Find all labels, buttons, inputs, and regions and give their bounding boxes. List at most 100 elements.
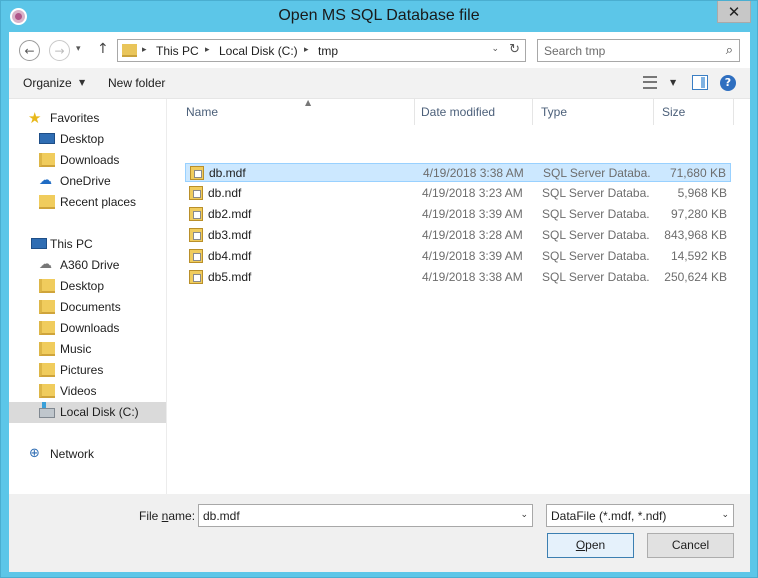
nav-label: Local Disk (C:) bbox=[60, 405, 139, 419]
new-folder-button[interactable]: New folder bbox=[108, 76, 165, 90]
file-type: SQL Server Databa... bbox=[542, 249, 650, 263]
file-type: SQL Server Databa... bbox=[542, 228, 650, 242]
chevron-down-icon[interactable]: ⌄ bbox=[520, 510, 528, 520]
breadcrumb-tmp[interactable]: tmp bbox=[318, 44, 338, 58]
refresh-icon[interactable]: ↻ bbox=[509, 42, 520, 57]
breadcrumb-local-disk[interactable]: Local Disk (C:) bbox=[219, 44, 298, 58]
nav-item-downloads-pc[interactable]: Downloads bbox=[9, 318, 166, 339]
navigation-pane[interactable]: ★ Favorites Desktop Downloads ☁ OneDrive… bbox=[9, 99, 167, 494]
nav-label: This PC bbox=[50, 237, 93, 251]
onedrive-icon: ☁ bbox=[39, 173, 52, 188]
preview-pane-icon[interactable] bbox=[692, 75, 708, 90]
address-bar[interactable]: ▸ This PC ▸ Local Disk (C:) ▸ tmp ⌄ ↻ bbox=[117, 39, 526, 62]
file-date: 4/19/2018 3:39 AM bbox=[422, 249, 523, 263]
database-file-icon bbox=[190, 166, 204, 180]
column-header-label: Size bbox=[662, 105, 686, 119]
file-row[interactable]: db5.mdf 4/19/2018 3:38 AM SQL Server Dat… bbox=[185, 268, 731, 287]
forward-button[interactable]: → bbox=[49, 40, 70, 61]
nav-item-music[interactable]: Music bbox=[9, 339, 166, 360]
column-header-name[interactable]: Name ▲ bbox=[178, 98, 415, 125]
column-header-label: Name bbox=[186, 105, 219, 119]
file-date: 4/19/2018 3:28 AM bbox=[422, 228, 523, 242]
database-file-icon bbox=[189, 228, 203, 242]
file-name: db4.mdf bbox=[208, 249, 252, 263]
button-label: pen bbox=[585, 538, 606, 552]
label-part: ame: bbox=[168, 509, 196, 523]
nav-label: Pictures bbox=[60, 363, 104, 377]
nav-item-pictures[interactable]: Pictures bbox=[9, 360, 166, 381]
file-size: 843,968 KB bbox=[664, 228, 727, 242]
nav-label: Network bbox=[50, 447, 95, 461]
column-header-label: Type bbox=[541, 105, 568, 119]
nav-item-desktop-pc[interactable]: Desktop bbox=[9, 276, 166, 297]
close-button[interactable]: ✕ bbox=[717, 1, 751, 23]
forward-arrow-icon: → bbox=[54, 43, 65, 58]
breadcrumb-this-pc[interactable]: This PC bbox=[156, 44, 199, 58]
back-button[interactable]: ← bbox=[19, 40, 40, 61]
nav-label: OneDrive bbox=[60, 174, 111, 188]
nav-item-videos[interactable]: Videos bbox=[9, 381, 166, 402]
bottom-panel: File name: ⌄ DataFile (*.mdf, *.ndf) ⌄ O… bbox=[9, 494, 750, 572]
help-icon[interactable]: ? bbox=[720, 75, 736, 91]
search-input[interactable] bbox=[544, 43, 714, 58]
up-button[interactable]: ↑ bbox=[97, 41, 109, 57]
nav-item-onedrive[interactable]: ☁ OneDrive bbox=[9, 171, 166, 192]
file-list[interactable]: Name ▲ Date modified Type Size db.mdf 4/… bbox=[168, 98, 750, 494]
chevron-right-icon[interactable]: ▸ bbox=[205, 45, 210, 55]
column-header-date[interactable]: Date modified bbox=[413, 99, 533, 125]
column-header-type[interactable]: Type bbox=[533, 99, 654, 125]
nav-item-recent-places[interactable]: Recent places bbox=[9, 192, 166, 213]
nav-item-downloads[interactable]: Downloads bbox=[9, 150, 166, 171]
nav-item-documents[interactable]: Documents bbox=[9, 297, 166, 318]
dialog-window: Open MS SQL Database file ✕ ← → ▾ ↑ ▸ Th… bbox=[0, 0, 758, 578]
view-details-icon[interactable] bbox=[643, 76, 657, 89]
file-size: 250,624 KB bbox=[664, 270, 727, 284]
nav-item-a360-drive[interactable]: ☁ A360 Drive bbox=[9, 255, 166, 276]
column-header-size[interactable]: Size bbox=[654, 99, 734, 125]
database-file-icon bbox=[189, 186, 203, 200]
address-dropdown-icon[interactable]: ⌄ bbox=[491, 44, 499, 54]
file-row[interactable]: db3.mdf 4/19/2018 3:28 AM SQL Server Dat… bbox=[185, 226, 731, 245]
file-size: 5,968 KB bbox=[677, 186, 727, 200]
navigation-row: ← → ▾ ↑ ▸ This PC ▸ Local Disk (C:) ▸ tm… bbox=[9, 32, 750, 68]
view-options-chevron-icon[interactable]: ▼ bbox=[670, 78, 676, 87]
downloads-folder-icon bbox=[39, 153, 55, 167]
file-row[interactable]: db.mdf 4/19/2018 3:38 AM SQL Server Data… bbox=[185, 163, 731, 182]
database-file-icon bbox=[189, 249, 203, 263]
file-row[interactable]: db4.mdf 4/19/2018 3:39 AM SQL Server Dat… bbox=[185, 247, 731, 266]
chevron-down-icon[interactable]: ⌄ bbox=[721, 510, 729, 520]
file-type: SQL Server Databa... bbox=[542, 270, 650, 284]
nav-item-local-disk[interactable]: Local Disk (C:) bbox=[9, 402, 166, 423]
nav-item-network[interactable]: ⊕ Network bbox=[9, 444, 166, 465]
database-file-icon bbox=[189, 270, 203, 284]
computer-icon bbox=[31, 238, 47, 249]
hard-drive-icon bbox=[39, 402, 55, 418]
organize-button[interactable]: Organize bbox=[23, 76, 72, 90]
nav-item-favorites[interactable]: ★ Favorites bbox=[9, 108, 166, 129]
nav-item-desktop[interactable]: Desktop bbox=[9, 129, 166, 150]
file-row[interactable]: db.ndf 4/19/2018 3:23 AM SQL Server Data… bbox=[185, 184, 731, 203]
file-type-filter-select[interactable]: DataFile (*.mdf, *.ndf) ⌄ bbox=[546, 504, 734, 527]
file-type: SQL Server Databa... bbox=[542, 186, 650, 200]
nav-label: Music bbox=[60, 342, 92, 356]
nav-label: Recent places bbox=[60, 195, 137, 209]
search-box[interactable]: ⌕ bbox=[537, 39, 740, 62]
file-name: db5.mdf bbox=[208, 270, 252, 284]
file-name: db3.mdf bbox=[208, 228, 252, 242]
file-row[interactable]: db2.mdf 4/19/2018 3:39 AM SQL Server Dat… bbox=[185, 205, 731, 224]
recent-locations-button[interactable]: ▾ bbox=[76, 44, 81, 54]
file-name-input[interactable] bbox=[203, 508, 503, 523]
chevron-down-icon[interactable]: ▼ bbox=[79, 78, 85, 87]
cancel-button[interactable]: Cancel bbox=[647, 533, 734, 558]
recent-places-icon bbox=[39, 195, 55, 209]
file-date: 4/19/2018 3:38 AM bbox=[423, 166, 524, 180]
folder-icon bbox=[39, 279, 55, 293]
chevron-right-icon[interactable]: ▸ bbox=[142, 45, 147, 55]
nav-item-this-pc[interactable]: This PC bbox=[9, 234, 166, 255]
title-bar[interactable]: Open MS SQL Database file ✕ bbox=[1, 1, 757, 32]
open-button[interactable]: Open bbox=[547, 533, 634, 558]
nav-label: A360 Drive bbox=[60, 258, 120, 272]
search-icon[interactable]: ⌕ bbox=[726, 43, 733, 58]
chevron-right-icon[interactable]: ▸ bbox=[304, 45, 309, 55]
file-name-combobox[interactable]: ⌄ bbox=[198, 504, 533, 527]
